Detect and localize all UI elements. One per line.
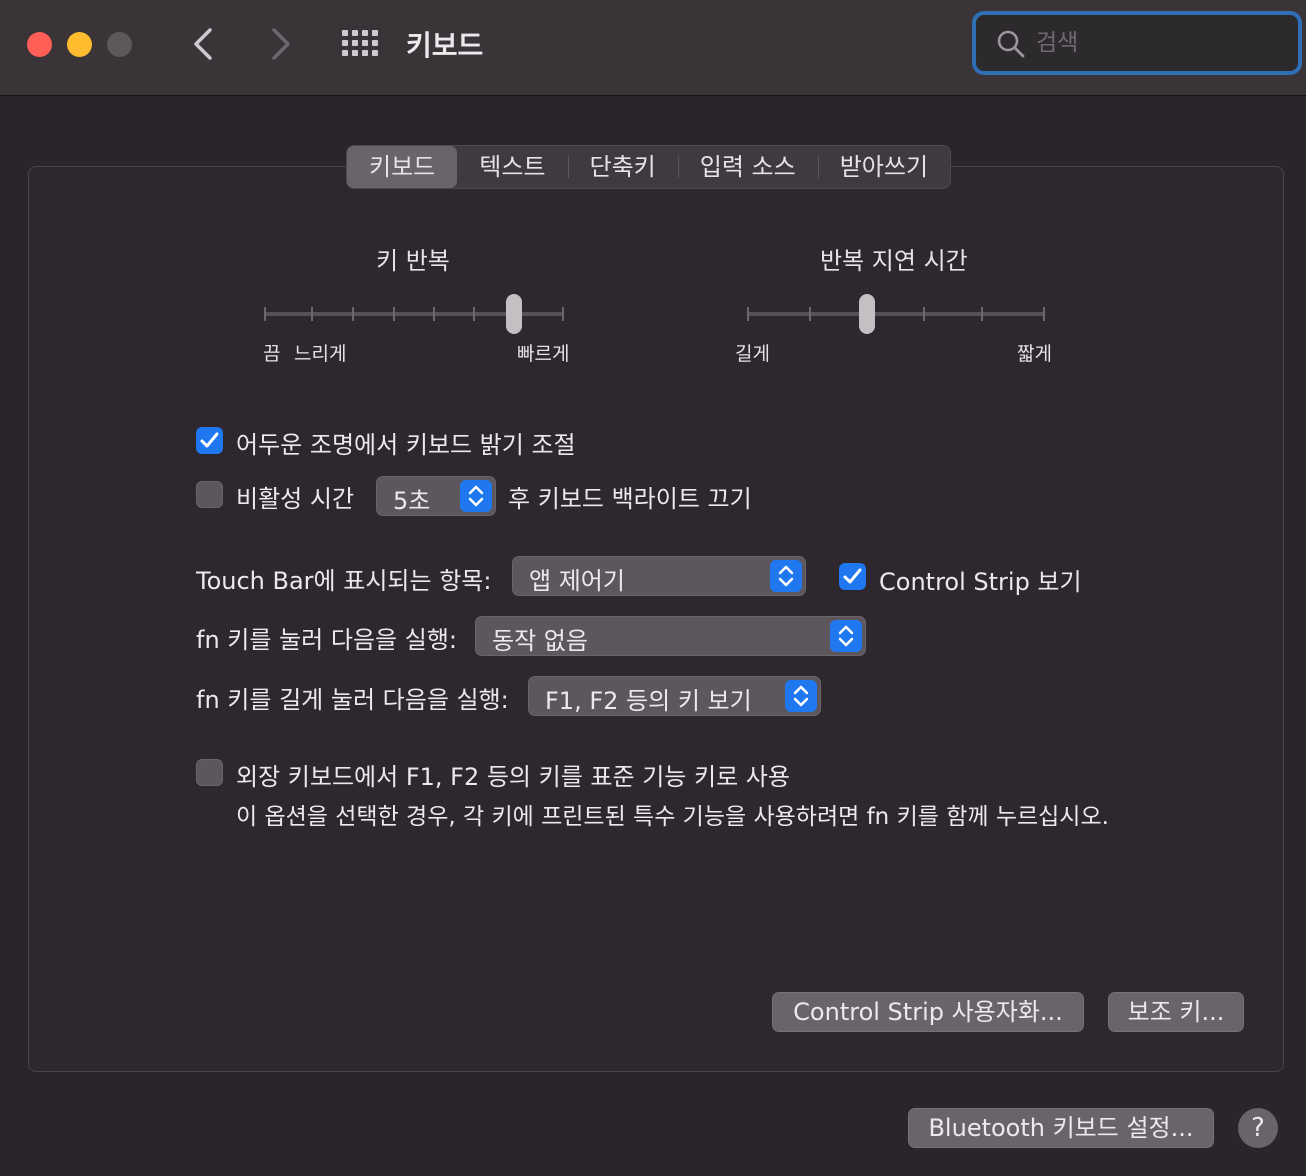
forward-button[interactable] — [260, 22, 300, 66]
updown-chevron-icon — [778, 565, 794, 587]
updown-chevron-icon — [838, 625, 854, 647]
minimize-window-button[interactable] — [67, 32, 92, 57]
adjust-brightness-checkbox[interactable] — [196, 427, 223, 454]
repeat-delay-title: 반복 지연 시간 — [820, 247, 968, 275]
select-arrows — [785, 680, 817, 712]
grid-icon — [342, 30, 378, 56]
select-arrows — [830, 620, 862, 652]
tab-input-sources[interactable]: 입력 소스 — [677, 146, 818, 188]
title-bar: 키보드 — [0, 0, 1306, 96]
modifier-keys-button[interactable]: 보조 키... — [1108, 992, 1244, 1032]
repeat-delay-thumb[interactable] — [859, 294, 875, 334]
slider-tick — [352, 307, 354, 321]
backlight-timeout-value: 5초 — [393, 487, 431, 515]
search-icon — [997, 30, 1025, 58]
show-all-button[interactable] — [338, 26, 382, 62]
checkmark-icon — [843, 568, 862, 584]
repeat-delay-long-label: 길게 — [735, 343, 770, 365]
standard-fn-description: 이 옵션을 선택한 경우, 각 키에 프린트된 특수 기능을 사용하려면 fn … — [236, 804, 1109, 830]
fn-press-label: fn 키를 눌러 다음을 실행: — [196, 626, 457, 654]
backlight-off-checkbox[interactable] — [196, 481, 223, 508]
touchbar-label: Touch Bar에 표시되는 항목: — [196, 567, 492, 595]
chevron-right-icon — [272, 28, 290, 60]
adjust-brightness-label: 어두운 조명에서 키보드 밝기 조절 — [236, 431, 576, 459]
search-field[interactable] — [972, 11, 1302, 75]
slider-tick — [473, 307, 475, 321]
select-arrows — [460, 480, 492, 512]
backlight-off-label: 비활성 시간 — [236, 485, 355, 513]
standard-fn-checkbox[interactable] — [196, 759, 223, 786]
fn-press-value: 동작 없음 — [492, 627, 588, 655]
fn-press-select[interactable]: 동작 없음 — [475, 616, 866, 656]
repeat-delay-short-label: 짧게 — [1017, 343, 1052, 365]
tab-shortcuts[interactable]: 단축키 — [567, 146, 678, 188]
slider-tick — [264, 307, 266, 321]
search-input[interactable] — [1036, 27, 1286, 59]
control-strip-label: Control Strip 보기 — [879, 568, 1082, 596]
tab-dictation[interactable]: 받아쓰기 — [817, 146, 950, 188]
tab-bar: 키보드 텍스트 단축키 입력 소스 받아쓰기 — [346, 145, 952, 189]
slider-tick — [562, 307, 564, 321]
slider-tick — [809, 307, 811, 321]
slider-tick — [1043, 307, 1045, 321]
key-repeat-title: 키 반복 — [376, 247, 450, 275]
tab-keyboard[interactable]: 키보드 — [347, 146, 458, 188]
fn-hold-label: fn 키를 길게 눌러 다음을 실행: — [196, 686, 509, 714]
updown-chevron-icon — [468, 485, 484, 507]
slider-tick — [747, 307, 749, 321]
key-repeat-fast-label: 빠르게 — [517, 343, 570, 365]
customize-control-strip-button[interactable]: Control Strip 사용자화... — [772, 992, 1084, 1032]
backlight-off-suffix: 후 키보드 백라이트 끄기 — [508, 485, 752, 513]
chevron-left-icon — [194, 28, 212, 60]
back-button[interactable] — [184, 22, 224, 66]
control-strip-checkbox[interactable] — [839, 563, 866, 590]
slider-track — [747, 312, 1045, 316]
help-button[interactable]: ? — [1238, 1108, 1278, 1148]
slider-tick — [981, 307, 983, 321]
slider-tick — [311, 307, 313, 321]
touchbar-value: 앱 제어기 — [529, 567, 625, 595]
fn-hold-value: F1, F2 등의 키 보기 — [545, 687, 752, 715]
standard-fn-label: 외장 키보드에서 F1, F2 등의 키를 표준 기능 키로 사용 — [236, 763, 790, 791]
key-repeat-thumb[interactable] — [506, 294, 522, 334]
slider-tick — [433, 307, 435, 321]
select-arrows — [770, 560, 802, 592]
updown-chevron-icon — [793, 685, 809, 707]
key-repeat-off-label: 끔 — [263, 343, 281, 365]
close-window-button[interactable] — [27, 32, 52, 57]
zoom-window-button[interactable] — [107, 32, 132, 57]
touchbar-select[interactable]: 앱 제어기 — [512, 556, 806, 596]
backlight-timeout-select[interactable]: 5초 — [376, 476, 496, 516]
window-title: 키보드 — [406, 29, 484, 62]
key-repeat-slow-label: 느리게 — [294, 343, 347, 365]
bluetooth-keyboard-button[interactable]: Bluetooth 키보드 설정... — [908, 1108, 1214, 1148]
fn-hold-select[interactable]: F1, F2 등의 키 보기 — [528, 676, 821, 716]
checkmark-icon — [200, 432, 219, 448]
slider-tick — [393, 307, 395, 321]
tab-text[interactable]: 텍스트 — [457, 146, 567, 188]
slider-tick — [923, 307, 925, 321]
